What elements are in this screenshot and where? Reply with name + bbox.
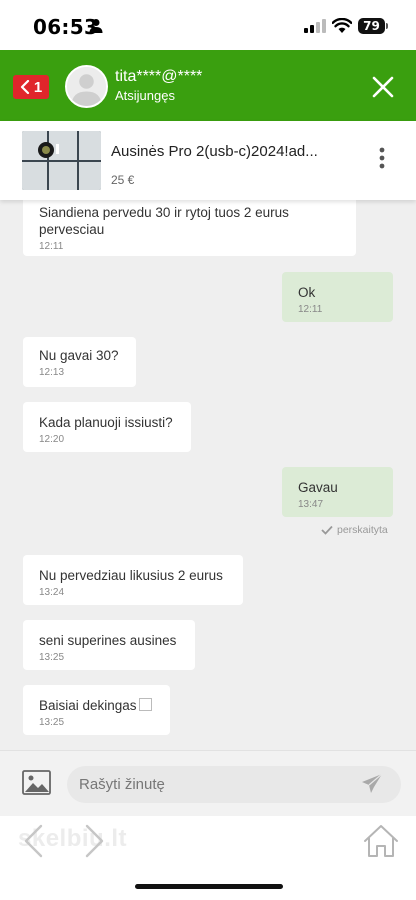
read-receipt-label: perskaityta xyxy=(337,524,388,536)
message-time: 12:20 xyxy=(39,434,65,445)
message-text: Nu pervedziau likusius 2 eurus xyxy=(39,568,223,583)
close-icon[interactable] xyxy=(370,74,396,100)
send-icon[interactable] xyxy=(361,773,383,795)
message-incoming[interactable]: Nu gavai 30? 12:13 xyxy=(23,337,136,387)
check-icon xyxy=(321,525,333,535)
home-icon[interactable] xyxy=(363,824,399,858)
user-name: tita****@**** xyxy=(115,68,203,85)
more-options-icon[interactable] xyxy=(374,145,390,171)
chevron-left-icon[interactable] xyxy=(22,824,44,858)
message-text: Nu gavai 30? xyxy=(39,348,119,363)
listing-card[interactable]: Ausinės Pro 2(usb-c)2024!ad... 25 € xyxy=(0,121,416,200)
avatar[interactable] xyxy=(65,65,108,108)
unread-count: 1 xyxy=(33,78,43,96)
message-incoming[interactable]: Kada planuoji issiusti? 12:20 xyxy=(23,402,191,452)
user-placeholder-icon xyxy=(67,67,106,106)
message-time: 12:13 xyxy=(39,367,65,378)
message-text: Kada planuoji issiusti? xyxy=(39,415,173,430)
image-icon[interactable] xyxy=(22,770,51,795)
back-button[interactable]: 1 xyxy=(13,75,49,99)
read-receipt: perskaityta xyxy=(321,524,388,536)
signal-icon xyxy=(304,19,326,33)
message-incoming[interactable]: Baisiai dekingas 13:25 xyxy=(23,685,170,735)
chevron-left-icon xyxy=(20,80,29,94)
message-time: 12:11 xyxy=(39,241,64,252)
listing-thumbnail xyxy=(22,131,101,190)
person-icon xyxy=(89,19,103,33)
message-text-wrap: Baisiai dekingas xyxy=(39,697,154,714)
message-time: 13:25 xyxy=(39,717,65,728)
chat-screen: 06:53 79 1 tita****@**** Atsijungęs Ausi… xyxy=(0,0,416,900)
message-incoming[interactable]: Siandiena pervedu 30 ir rytoj tuos 2 eur… xyxy=(23,195,356,256)
message-text: Baisiai dekingas xyxy=(39,698,137,713)
message-text: Siandiena pervedu 30 ir rytoj tuos 2 eur… xyxy=(39,205,289,237)
listing-title: Ausinės Pro 2(usb-c)2024!ad... xyxy=(111,143,318,160)
message-input[interactable] xyxy=(67,766,401,803)
home-indicator[interactable] xyxy=(135,884,283,889)
battery-level: 79 xyxy=(358,18,385,34)
message-time: 13:25 xyxy=(39,652,65,663)
listing-price: 25 € xyxy=(111,173,135,187)
chat-header xyxy=(0,50,416,121)
user-status: Atsijungęs xyxy=(115,88,175,103)
battery-icon: 79 xyxy=(358,18,388,34)
message-outgoing[interactable]: Ok 12:11 xyxy=(282,272,393,322)
message-time: 12:11 xyxy=(298,304,323,315)
message-time: 13:47 xyxy=(298,499,324,510)
status-bar: 06:53 79 xyxy=(0,0,416,50)
message-text: Gavau xyxy=(298,480,338,495)
message-text: seni superines ausines xyxy=(39,633,177,648)
message-text: Ok xyxy=(298,285,316,300)
message-outgoing[interactable]: Gavau 13:47 xyxy=(282,467,393,517)
message-time: 13:24 xyxy=(39,587,65,598)
wifi-icon xyxy=(332,18,352,33)
message-incoming[interactable]: Nu pervedziau likusius 2 eurus 13:24 xyxy=(23,555,243,605)
chevron-right-icon[interactable] xyxy=(84,824,106,858)
emoji-placeholder-icon xyxy=(138,698,152,711)
message-incoming[interactable]: seni superines ausines 13:25 xyxy=(23,620,195,670)
